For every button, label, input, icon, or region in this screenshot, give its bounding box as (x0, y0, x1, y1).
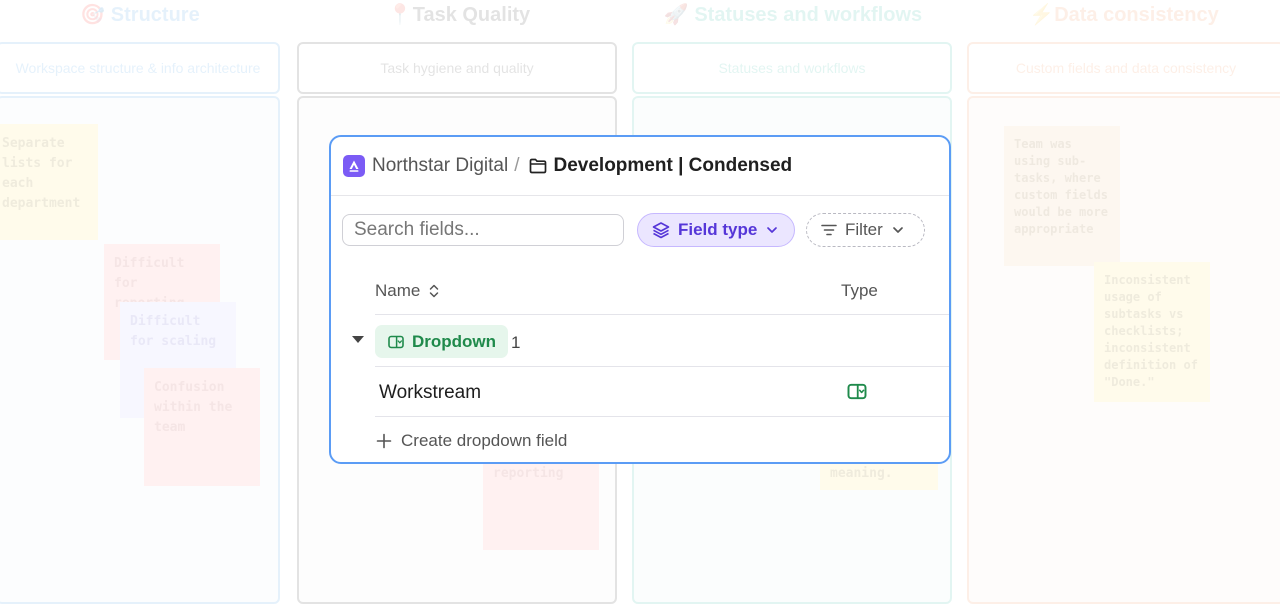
divider (375, 366, 949, 367)
chevron-down-icon (765, 223, 779, 237)
column-subheading-data-consistency: Custom fields and data consistency (967, 42, 1280, 94)
dropdown-field-icon (388, 335, 404, 349)
sticky-note: Confusion within the team (144, 368, 260, 486)
sticky-note: Separate lists for each department (0, 124, 98, 240)
column-subheading-structure: Workspace structure & info architecture (0, 42, 280, 94)
breadcrumb-separator: / (514, 155, 520, 176)
column-heading-task-quality: 📍Task Quality (387, 4, 531, 26)
column-heading-data-consistency: ⚡Data consistency (1029, 4, 1219, 26)
create-dropdown-field-button[interactable]: Create dropdown field (376, 431, 567, 451)
field-name: Workstream (379, 382, 482, 403)
column-subheading-statuses: Statuses and workflows (632, 42, 952, 94)
folder-icon (528, 156, 548, 176)
field-group-dropdown: Dropdown 1 (331, 325, 949, 359)
filter-button[interactable]: Filter (806, 213, 925, 247)
sort-icon (428, 283, 440, 299)
column-header-type[interactable]: Type (841, 281, 878, 301)
breadcrumb: Northstar Digital / Development | Conden… (331, 137, 949, 196)
fields-toolbar: Field type Filter (342, 213, 949, 249)
group-count: 1 (511, 333, 521, 352)
dropdown-field-icon (847, 383, 867, 405)
divider (375, 416, 949, 417)
sticky-note: Inconsistent usage of subtasks vs checkl… (1094, 262, 1210, 402)
workspace-logo-icon (343, 155, 365, 177)
column-heading-statuses: 🚀 Statuses and workflows (663, 4, 923, 26)
field-type-button[interactable]: Field type (637, 213, 795, 247)
chevron-down-icon (891, 223, 905, 237)
breadcrumb-workspace[interactable]: Northstar Digital (372, 155, 508, 177)
group-label: Dropdown (412, 331, 497, 351)
field-type-label: Field type (678, 220, 758, 239)
column-header-name[interactable]: Name (375, 281, 440, 301)
search-fields-input[interactable] (342, 214, 624, 246)
column-heading-structure: 🎯 Structure (80, 4, 200, 26)
layers-icon (651, 220, 671, 240)
sticky-note: reporting (483, 454, 599, 550)
column-subheading-task-quality: Task hygiene and quality (297, 42, 617, 94)
create-dropdown-field-label: Create dropdown field (401, 431, 568, 450)
filter-label: Filter (845, 220, 883, 239)
column-header-name-label: Name (375, 281, 421, 300)
collapse-caret-icon[interactable] (352, 336, 364, 343)
divider (375, 314, 949, 315)
breadcrumb-list[interactable]: Development | Condensed (554, 155, 793, 177)
custom-fields-panel: Northstar Digital / Development | Conden… (329, 135, 951, 464)
filter-icon (820, 221, 838, 239)
sticky-note: Team was using sub-tasks, where custom f… (1004, 126, 1120, 266)
plus-icon (376, 433, 392, 449)
field-row[interactable]: Workstream (331, 369, 949, 415)
group-badge-dropdown: Dropdown (375, 325, 509, 358)
